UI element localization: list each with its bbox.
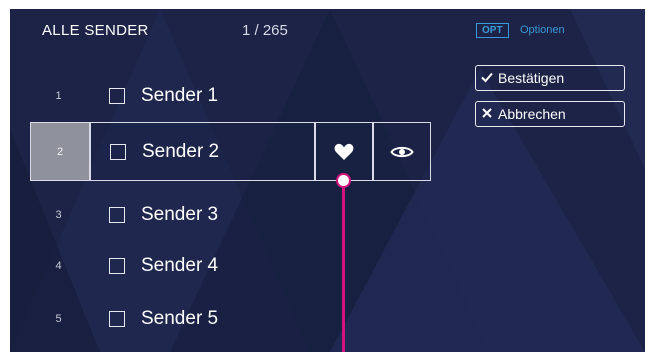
- opt-key-badge: OPT: [476, 23, 509, 38]
- page-title: ALLE SENDER: [42, 22, 149, 39]
- channel-name: Sender 3: [141, 204, 219, 225]
- favorite-button[interactable]: [316, 123, 372, 180]
- selected-channel-row[interactable]: 2 Sender 2: [30, 122, 431, 181]
- row-divider: [89, 123, 91, 180]
- channel-row[interactable]: 1 Sender 1: [30, 80, 430, 112]
- channel-number: 4: [55, 260, 62, 272]
- callout-line: [342, 181, 345, 352]
- channel-checkbox[interactable]: [109, 311, 125, 327]
- channel-number: 3: [55, 209, 62, 221]
- channel-checkbox[interactable]: [109, 258, 125, 274]
- channel-name: Sender 4: [141, 255, 219, 276]
- x-icon: [476, 106, 498, 123]
- eye-icon: [390, 146, 414, 157]
- channel-row[interactable]: 3 Sender 3: [30, 199, 430, 231]
- checkmark-icon: [476, 70, 498, 87]
- visibility-button[interactable]: [374, 123, 430, 180]
- heart-icon: [334, 143, 354, 160]
- channel-number: 1: [55, 90, 62, 102]
- options-hint-label: Optionen: [520, 24, 565, 36]
- cancel-button[interactable]: Abbrechen: [475, 101, 625, 127]
- channel-checkbox[interactable]: [110, 144, 126, 160]
- channel-checkbox[interactable]: [109, 88, 125, 104]
- channel-number: 5: [55, 313, 62, 325]
- callout-marker: [336, 173, 351, 188]
- confirm-button[interactable]: Bestätigen: [475, 65, 625, 91]
- channel-name: Sender 5: [141, 308, 219, 329]
- channel-checkbox[interactable]: [109, 207, 125, 223]
- channel-number: 2: [31, 123, 89, 180]
- channel-name: Sender 2: [142, 140, 220, 162]
- channel-row[interactable]: 4 Sender 4: [30, 250, 430, 282]
- confirm-button-label: Bestätigen: [498, 70, 565, 86]
- cancel-button-label: Abbrechen: [498, 106, 566, 122]
- channel-row[interactable]: 5 Sender 5: [30, 303, 430, 335]
- tv-screen: ALLE SENDER 1 / 265 OPT Optionen Bestäti…: [10, 9, 645, 352]
- channel-counter: 1 / 265: [242, 22, 288, 39]
- channel-name: Sender 1: [141, 85, 219, 106]
